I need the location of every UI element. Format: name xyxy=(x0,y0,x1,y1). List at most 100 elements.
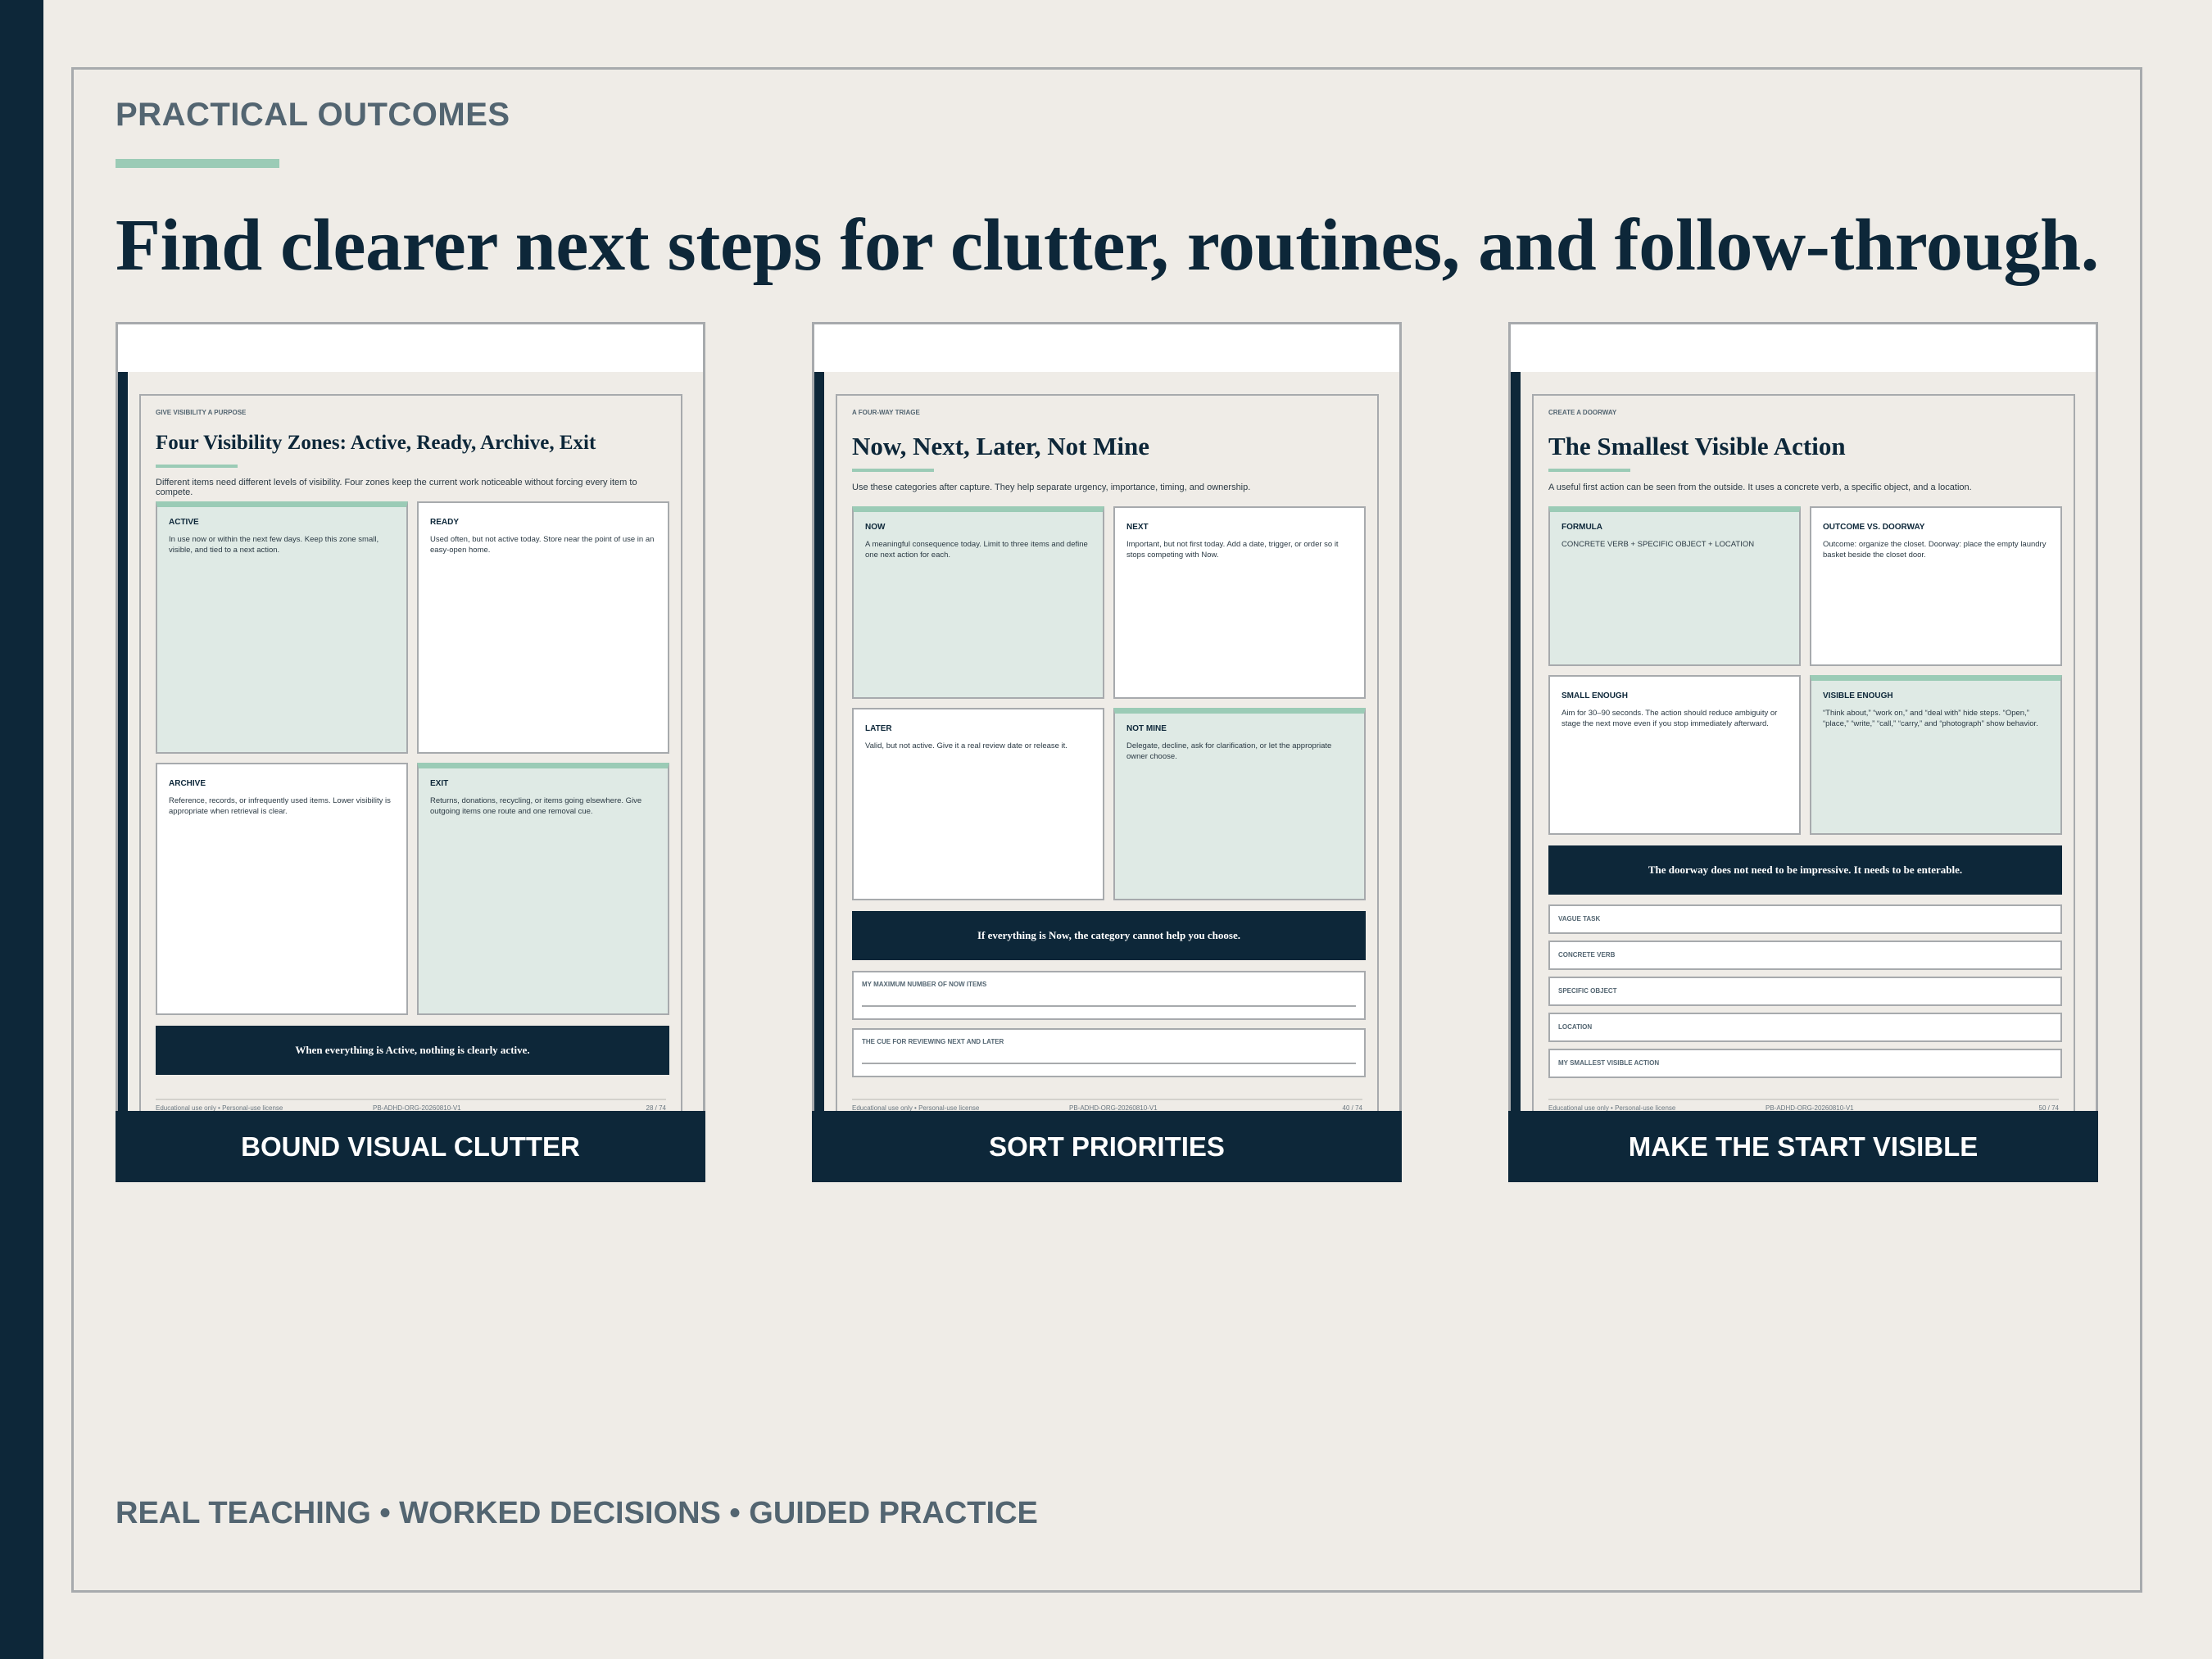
box-text: Valid, but not active. Give it a real re… xyxy=(865,741,1067,750)
page-preview: GIVE VISIBILITY A PURPOSE Four Visibilit… xyxy=(116,322,705,1111)
preview-card-visual-clutter: GIVE VISIBILITY A PURPOSE Four Visibilit… xyxy=(116,322,705,1182)
field-line xyxy=(862,1063,1356,1064)
slot-label: VAGUE TASK xyxy=(1558,915,1601,922)
zone-box-exit: EXIT Returns, donations, recycling, or i… xyxy=(417,763,669,1015)
page-preview-top-strip xyxy=(118,324,703,372)
box-text: CONCRETE VERB + SPECIFIC OBJECT + LOCATI… xyxy=(1562,540,1755,549)
preview-card-start-visible: CREATE A DOORWAY The Smallest Visible Ac… xyxy=(1508,322,2098,1182)
zone-box-active: ACTIVE In use now or within the next few… xyxy=(156,501,408,754)
box-label: VISIBLE ENOUGH xyxy=(1823,691,1893,700)
footer-page-number: 40 / 74 xyxy=(1342,1104,1362,1111)
page-kicker: CREATE A DOORWAY xyxy=(1548,409,1617,416)
footer-page-number: 50 / 74 xyxy=(2038,1104,2059,1111)
slot-label: CONCRETE VERB xyxy=(1558,951,1616,959)
worksheet-slot-concrete-verb: CONCRETE VERB xyxy=(1548,941,2062,970)
footer-license: Educational use only • Personal-use lice… xyxy=(1548,1104,1676,1111)
page-title: Four Visibility Zones: Active, Ready, Ar… xyxy=(156,432,596,454)
page-title-rule xyxy=(156,465,238,468)
box-text: Outcome: organize the closet. Doorway: p… xyxy=(1823,540,2047,560)
concept-box-small-enough: SMALL ENOUGH Aim for 30–90 seconds. The … xyxy=(1548,675,1801,835)
page-title: The Smallest Visible Action xyxy=(1548,432,1846,460)
box-label: READY xyxy=(430,518,460,527)
page-lead: Use these categories after capture. They… xyxy=(852,483,1251,492)
box-text: Reference, records, or infrequently used… xyxy=(169,796,391,817)
concept-box-visible-enough: VISIBLE ENOUGH “Think about,” “work on,”… xyxy=(1810,675,2062,835)
eyebrow-accent-rule xyxy=(116,159,279,168)
slot-label: LOCATION xyxy=(1558,1023,1593,1031)
card-caption: BOUND VISUAL CLUTTER xyxy=(116,1111,705,1182)
triage-box-now: NOW A meaningful consequence today. Limi… xyxy=(852,506,1104,699)
page-kicker: GIVE VISIBILITY A PURPOSE xyxy=(156,409,247,416)
left-spine-bar xyxy=(0,0,43,1659)
zone-box-ready: READY Used often, but not active today. … xyxy=(417,501,669,754)
page-lead: Different items need different levels of… xyxy=(156,478,637,497)
footer-license: Educational use only • Personal-use lice… xyxy=(852,1104,980,1111)
section-eyebrow: PRACTICAL OUTCOMES xyxy=(116,97,510,133)
box-text: In use now or within the next few days. … xyxy=(169,535,379,555)
page-title: Now, Next, Later, Not Mine xyxy=(852,432,1150,460)
footer-license: Educational use only • Personal-use lice… xyxy=(156,1104,283,1111)
page-preview: CREATE A DOORWAY The Smallest Visible Ac… xyxy=(1508,322,2098,1111)
page-callout: When everything is Active, nothing is cl… xyxy=(156,1026,669,1075)
box-text: Delegate, decline, ask for clarification… xyxy=(1126,741,1332,762)
box-label: ARCHIVE xyxy=(169,779,206,788)
triage-box-next: NEXT Important, but not first today. Add… xyxy=(1113,506,1366,699)
box-label: NOT MINE xyxy=(1126,724,1167,733)
triage-box-not-mine: NOT MINE Delegate, decline, ask for clar… xyxy=(1113,708,1366,900)
footer-page-number: 28 / 74 xyxy=(646,1104,666,1111)
box-label: NEXT xyxy=(1126,523,1149,532)
page-preview: A FOUR-WAY TRIAGE Now, Next, Later, Not … xyxy=(812,322,1402,1111)
page-footer: Educational use only • Personal-use lice… xyxy=(156,1099,666,1111)
page-preview-spine xyxy=(1511,372,1521,1111)
page-footer: Educational use only • Personal-use lice… xyxy=(852,1099,1362,1111)
box-label: ACTIVE xyxy=(169,518,199,527)
page-kicker: A FOUR-WAY TRIAGE xyxy=(852,409,920,416)
page-title-rule xyxy=(852,469,934,472)
box-label: FORMULA xyxy=(1562,523,1602,532)
preview-card-sort-priorities: A FOUR-WAY TRIAGE Now, Next, Later, Not … xyxy=(812,322,1402,1182)
page-preview-spine xyxy=(814,372,824,1111)
page-callout: If everything is Now, the category canno… xyxy=(852,911,1366,960)
footer-code: PB-ADHD-ORG-20260810-V1 xyxy=(373,1104,461,1111)
zone-box-archive: ARCHIVE Reference, records, or infrequen… xyxy=(156,763,408,1015)
triage-box-later: LATER Valid, but not active. Give it a r… xyxy=(852,708,1104,900)
box-text: Important, but not first today. Add a da… xyxy=(1126,540,1339,560)
worksheet-slot-vague-task: VAGUE TASK xyxy=(1548,904,2062,934)
box-label: LATER xyxy=(865,724,892,733)
page-lead: A useful first action can be seen from t… xyxy=(1548,483,1972,492)
page-content: A FOUR-WAY TRIAGE Now, Next, Later, Not … xyxy=(836,394,1379,1111)
field-line xyxy=(862,1005,1356,1007)
card-caption: MAKE THE START VISIBLE xyxy=(1508,1111,2098,1182)
field-label: MY MAXIMUM NUMBER OF NOW ITEMS xyxy=(862,981,987,988)
concept-box-formula: FORMULA CONCRETE VERB + SPECIFIC OBJECT … xyxy=(1548,506,1801,666)
slot-label: SPECIFIC OBJECT xyxy=(1558,987,1617,995)
box-text: A meaningful consequence today. Limit to… xyxy=(865,540,1088,560)
worksheet-slot-smallest-action: MY SMALLEST VISIBLE ACTION xyxy=(1548,1049,2062,1078)
write-in-field-review-cue: THE CUE FOR REVIEWING NEXT AND LATER xyxy=(852,1028,1366,1077)
page-content: CREATE A DOORWAY The Smallest Visible Ac… xyxy=(1532,394,2075,1111)
slot-label: MY SMALLEST VISIBLE ACTION xyxy=(1558,1059,1660,1067)
field-label: THE CUE FOR REVIEWING NEXT AND LATER xyxy=(862,1038,1004,1045)
footer-tagline: REAL TEACHING • WORKED DECISIONS • GUIDE… xyxy=(116,1496,1038,1530)
box-text: Returns, donations, recycling, or items … xyxy=(430,796,642,817)
page-preview-top-strip xyxy=(1511,324,2096,372)
page-content: GIVE VISIBILITY A PURPOSE Four Visibilit… xyxy=(139,394,682,1111)
footer-code: PB-ADHD-ORG-20260810-V1 xyxy=(1069,1104,1158,1111)
page-callout: The doorway does not need to be impressi… xyxy=(1548,845,2062,895)
slide-headline: Find clearer next steps for clutter, rou… xyxy=(116,205,2100,286)
box-label: NOW xyxy=(865,523,886,532)
page-preview-spine xyxy=(118,372,128,1111)
write-in-field-now-limit: MY MAXIMUM NUMBER OF NOW ITEMS xyxy=(852,971,1366,1020)
box-text: Used often, but not active today. Store … xyxy=(430,535,655,555)
page-title-rule xyxy=(1548,469,1630,472)
page-preview-top-strip xyxy=(814,324,1399,372)
worksheet-slot-specific-object: SPECIFIC OBJECT xyxy=(1548,977,2062,1006)
box-text: Aim for 30–90 seconds. The action should… xyxy=(1562,709,1778,729)
worksheet-slot-location: LOCATION xyxy=(1548,1013,2062,1042)
box-label: SMALL ENOUGH xyxy=(1562,691,1628,700)
footer-code: PB-ADHD-ORG-20260810-V1 xyxy=(1766,1104,1854,1111)
box-text: “Think about,” “work on,” and “deal with… xyxy=(1823,709,2038,729)
concept-box-outcome-vs-doorway: OUTCOME VS. DOORWAY Outcome: organize th… xyxy=(1810,506,2062,666)
page-footer: Educational use only • Personal-use lice… xyxy=(1548,1099,2059,1111)
box-label: OUTCOME VS. DOORWAY xyxy=(1823,523,1925,532)
